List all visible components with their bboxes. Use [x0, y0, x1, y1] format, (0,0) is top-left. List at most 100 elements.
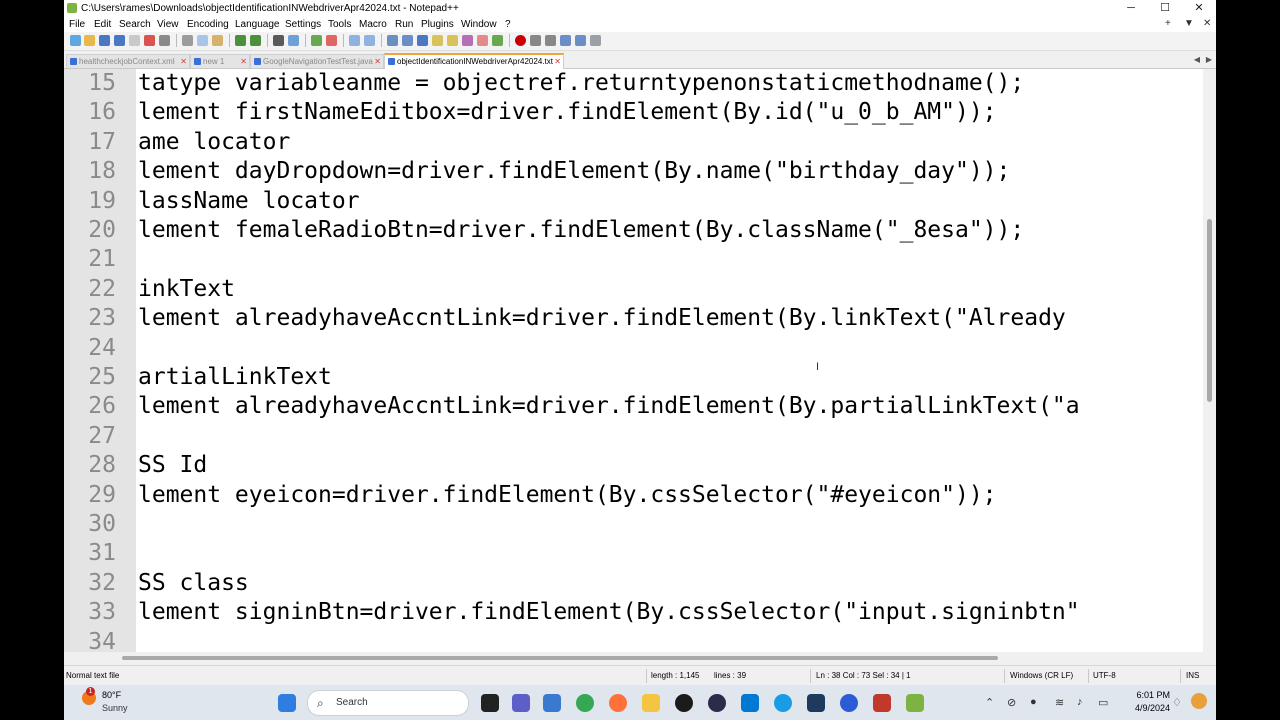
tab-new-1[interactable]: new 1 ✕ — [190, 54, 250, 68]
tab-close-icon[interactable]: ✕ — [240, 57, 247, 66]
show-hidden-icons-icon[interactable]: ⌃ — [985, 696, 994, 709]
paste-icon[interactable] — [212, 35, 223, 46]
maximize-button[interactable]: ☐ — [1148, 0, 1182, 17]
zoom-icon[interactable] — [840, 694, 858, 712]
cut-icon[interactable] — [182, 35, 193, 46]
tab-close-icon[interactable]: ✕ — [554, 57, 561, 66]
menu-tools[interactable]: Tools — [328, 19, 351, 30]
tab-list-icon[interactable]: ▼ — [1184, 18, 1194, 29]
menu-edit[interactable]: Edit — [94, 19, 111, 30]
udl-icon[interactable] — [432, 35, 443, 46]
network-off-icon[interactable]: ⊘ — [1007, 696, 1016, 709]
print-icon[interactable] — [159, 35, 170, 46]
code-line[interactable]: lement alreadyhaveAccntLink=driver.findE… — [138, 304, 1066, 333]
menu-view[interactable]: View — [157, 19, 179, 30]
close-doc-icon[interactable]: ✕ — [1203, 18, 1211, 29]
menu-run[interactable]: Run — [395, 19, 413, 30]
code-line[interactable]: lement femaleRadioBtn=driver.findElement… — [138, 216, 1024, 245]
menu-encoding[interactable]: Encoding — [187, 19, 229, 30]
horizontal-scroll-thumb[interactable] — [122, 656, 998, 660]
spell-check-icon[interactable] — [590, 35, 601, 46]
copy-icon[interactable] — [197, 35, 208, 46]
sync-vertical-icon[interactable] — [349, 35, 360, 46]
zoom-out-icon[interactable] — [326, 35, 337, 46]
microphone-icon[interactable]: ● — [1030, 696, 1037, 708]
monitoring-icon[interactable] — [492, 35, 503, 46]
minimize-button[interactable]: ─ — [1114, 0, 1148, 17]
code-line[interactable]: lement alreadyhaveAccntLink=driver.findE… — [138, 392, 1080, 421]
weather-condition[interactable]: Sunny — [102, 703, 128, 713]
menu-macro[interactable]: Macro — [359, 19, 387, 30]
code-line[interactable]: inkText — [138, 275, 235, 304]
menu-plugins[interactable]: Plugins — [421, 19, 454, 30]
close-all-icon[interactable] — [144, 35, 155, 46]
file-explorer-icon[interactable] — [642, 694, 660, 712]
new-tab-icon[interactable]: + — [1165, 18, 1171, 29]
menu-file[interactable]: File — [69, 19, 85, 30]
wifi-icon[interactable]: ≋ — [1055, 696, 1064, 709]
taskbar-search-box[interactable]: ⌕ Search — [307, 690, 469, 716]
vertical-scrollbar[interactable] — [1203, 69, 1216, 652]
code-line[interactable]: lement signinBtn=driver.findElement(By.c… — [138, 598, 1080, 627]
menu-help[interactable]: ? — [505, 19, 511, 30]
weather-temperature[interactable]: 80°F — [102, 690, 121, 700]
replace-icon[interactable] — [288, 35, 299, 46]
tab-scroll-right-icon[interactable]: ▶ — [1204, 55, 1214, 65]
close-file-icon[interactable] — [129, 35, 140, 46]
menu-window[interactable]: Window — [461, 19, 497, 30]
code-line[interactable]: artialLinkText — [138, 363, 332, 392]
code-line[interactable]: lement firstNameEditbox=driver.findEleme… — [138, 98, 997, 127]
record-macro-icon[interactable] — [515, 35, 526, 46]
vscode-icon[interactable] — [807, 694, 825, 712]
run-macro-multiple-icon[interactable] — [560, 35, 571, 46]
teams-chat-icon[interactable] — [512, 694, 530, 712]
start-windows-icon[interactable] — [278, 694, 296, 712]
word-wrap-icon[interactable] — [387, 35, 398, 46]
tab-googlenavigationtesttest[interactable]: GoogleNavigationTestTest.java ✕ — [250, 54, 384, 68]
vertical-scroll-thumb[interactable] — [1207, 219, 1212, 402]
system-clock[interactable]: 6:01 PM 4/9/2024 — [1118, 689, 1170, 715]
tab-scroll-left-icon[interactable]: ◀ — [1192, 55, 1202, 65]
firefox-icon[interactable] — [609, 694, 627, 712]
notepadpp-taskbar-icon[interactable] — [906, 694, 924, 712]
sync-horizontal-icon[interactable] — [364, 35, 375, 46]
text-editor[interactable]: 15 tatype variableanme = objectref.retur… — [64, 69, 1216, 655]
zoom-in-icon[interactable] — [311, 35, 322, 46]
doc-map-icon[interactable] — [447, 35, 458, 46]
save-macro-icon[interactable] — [575, 35, 586, 46]
code-line[interactable]: lassName locator — [138, 187, 360, 216]
stop-macro-icon[interactable] — [530, 35, 541, 46]
code-line[interactable]: SS Id — [138, 451, 207, 480]
menu-search[interactable]: Search — [119, 19, 151, 30]
indent-guide-icon[interactable] — [417, 35, 428, 46]
tab-objectidentification[interactable]: objectIdentificationINWebdriverApr42024.… — [384, 53, 564, 69]
edge-icon[interactable] — [774, 694, 792, 712]
new-file-icon[interactable] — [70, 35, 81, 46]
folder-workspace-icon[interactable] — [477, 35, 488, 46]
battery-icon[interactable]: ▭ — [1098, 696, 1108, 709]
chrome-icon[interactable] — [576, 694, 594, 712]
redo-icon[interactable] — [250, 35, 261, 46]
code-line[interactable]: tatype variableanme = objectref.returnty… — [138, 69, 1024, 98]
tab-healthcheckjobcontext[interactable]: healthcheckjobContext.xml ✕ — [66, 54, 190, 68]
rstudio-icon[interactable] — [873, 694, 891, 712]
save-all-icon[interactable] — [114, 35, 125, 46]
menu-language[interactable]: Language — [235, 19, 280, 30]
save-icon[interactable] — [99, 35, 110, 46]
function-list-icon[interactable] — [462, 35, 473, 46]
store-icon[interactable] — [741, 694, 759, 712]
tab-close-icon[interactable]: ✕ — [180, 57, 187, 66]
dell-icon[interactable] — [675, 694, 693, 712]
task-view-icon[interactable] — [481, 694, 499, 712]
code-line[interactable]: SS class — [138, 569, 249, 598]
notifications-icon[interactable]: ♢ — [1172, 696, 1182, 709]
volume-icon[interactable]: ♪ — [1077, 696, 1083, 708]
code-line[interactable]: ame locator — [138, 128, 290, 157]
app-icon[interactable] — [708, 694, 726, 712]
horizontal-scrollbar[interactable] — [64, 652, 1216, 664]
open-file-icon[interactable] — [84, 35, 95, 46]
widgets-icon[interactable] — [543, 694, 561, 712]
undo-icon[interactable] — [235, 35, 246, 46]
copilot-icon[interactable] — [1191, 693, 1207, 709]
play-macro-icon[interactable] — [545, 35, 556, 46]
